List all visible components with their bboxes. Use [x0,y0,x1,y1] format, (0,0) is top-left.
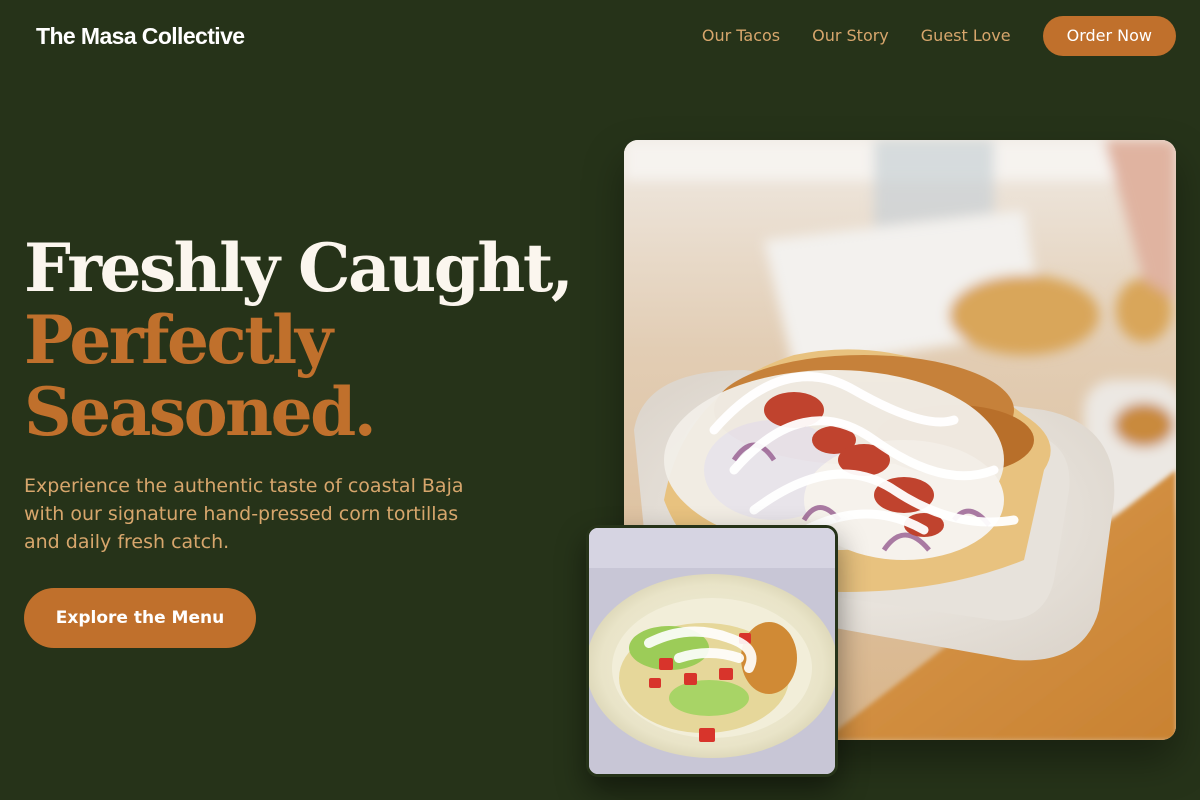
top-nav: Our Tacos Our Story Guest Love Order Now [702,16,1176,56]
explore-menu-button[interactable]: Explore the Menu [24,588,256,648]
brand-logo[interactable]: The Masa Collective [36,20,245,52]
hero-title-line: Freshly Caught, [24,229,574,307]
hero-subtitle: Experience the authentic taste of coasta… [24,475,464,553]
hero-title-accent-line: Perfectly [24,301,333,379]
nav-link-our-tacos[interactable]: Our Tacos [702,16,780,56]
order-now-button[interactable]: Order Now [1042,16,1176,56]
nav-link-guest-love[interactable]: Guest Love [921,16,1011,56]
nav-link-our-story[interactable]: Our Story [812,16,889,56]
landing-page: The Masa Collective Our Tacos Our Story … [0,0,1200,800]
hero-title-accent-line: Seasoned. [24,373,377,451]
fish-taco-plate-image [586,525,838,777]
hero-title: Freshly Caught, Perfectly Seasoned. [24,232,584,448]
